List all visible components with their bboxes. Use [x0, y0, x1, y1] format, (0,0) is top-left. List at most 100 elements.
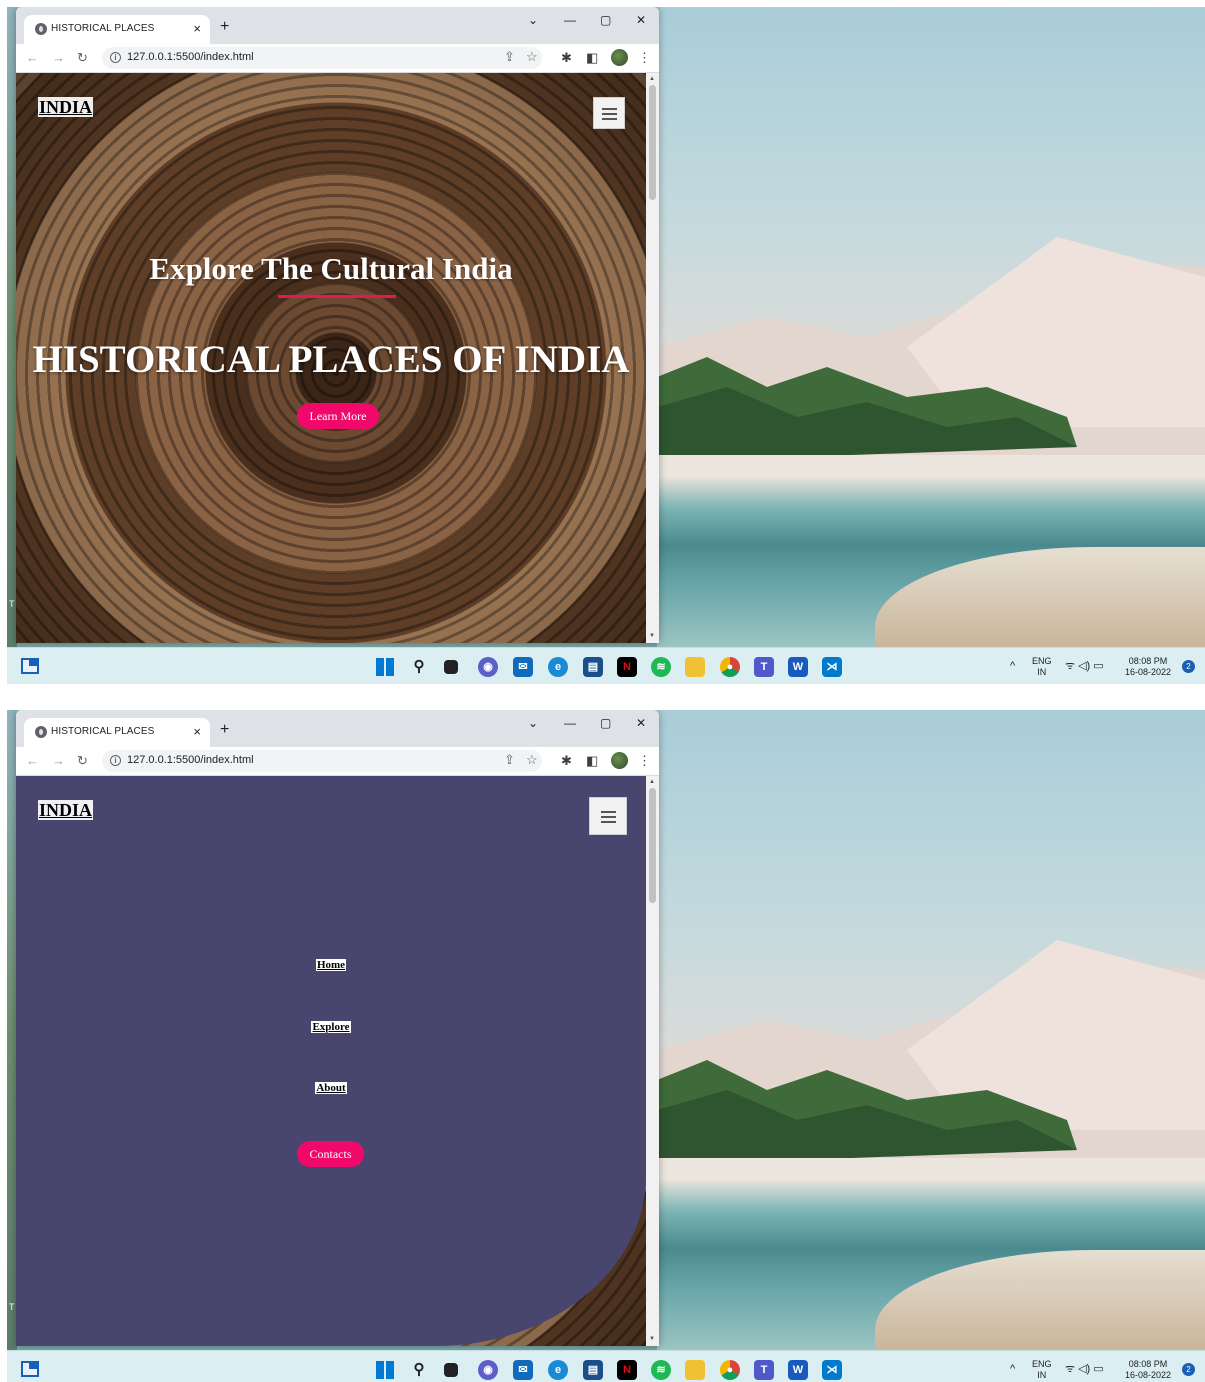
- wifi-volume-battery-icons[interactable]: ᯤ ◁) ▭: [1065, 661, 1104, 672]
- tab-search-icon[interactable]: ⌄: [528, 716, 538, 730]
- mail-icon[interactable]: ✉: [513, 657, 533, 677]
- bookmark-star-icon[interactable]: ☆: [526, 49, 538, 65]
- windows-start-icon[interactable]: [376, 658, 394, 676]
- language-indicator[interactable]: ENG IN: [1032, 1359, 1052, 1381]
- file-explorer-icon[interactable]: [685, 1360, 705, 1380]
- task-view-icon[interactable]: [444, 660, 458, 674]
- spotify-icon[interactable]: ≋: [651, 1360, 671, 1380]
- netflix-icon[interactable]: N: [617, 1360, 637, 1380]
- clock[interactable]: 08:08 PM 16-08-2022: [1125, 656, 1171, 678]
- word-icon[interactable]: W: [788, 657, 808, 677]
- maximize-icon[interactable]: ▢: [600, 716, 611, 730]
- url-text: 127.0.0.1:5500/index.html: [127, 51, 254, 63]
- info-icon[interactable]: i: [110, 755, 121, 766]
- teams-icon[interactable]: T: [754, 657, 774, 677]
- side-panel-icon[interactable]: ◧: [586, 753, 598, 769]
- chrome-icon[interactable]: ●: [720, 1360, 740, 1380]
- hamburger-menu-button[interactable]: [589, 797, 627, 835]
- scroll-up-icon[interactable]: ▲: [649, 76, 655, 82]
- close-tab-icon[interactable]: ×: [193, 21, 201, 36]
- site-logo[interactable]: INDIA: [38, 800, 94, 820]
- file-explorer-icon[interactable]: [685, 657, 705, 677]
- language-indicator[interactable]: ENG IN: [1032, 656, 1052, 678]
- word-icon[interactable]: W: [788, 1360, 808, 1380]
- close-window-icon[interactable]: ✕: [636, 13, 646, 27]
- notification-badge[interactable]: 2: [1182, 1363, 1195, 1376]
- hamburger-menu-button[interactable]: [593, 97, 625, 129]
- share-icon[interactable]: ⇪: [504, 49, 515, 65]
- hero-title: HISTORICAL PLACES OF INDIA: [32, 338, 630, 381]
- minimize-icon[interactable]: —: [564, 716, 576, 730]
- chat-icon[interactable]: ◉: [478, 657, 498, 677]
- chat-icon[interactable]: ◉: [478, 1360, 498, 1380]
- tray-overflow-icon[interactable]: ^: [1010, 661, 1015, 672]
- clock[interactable]: 08:08 PM 16-08-2022: [1125, 1359, 1171, 1381]
- search-icon[interactable]: ⚲: [409, 1360, 429, 1380]
- close-tab-icon[interactable]: ×: [193, 724, 201, 739]
- tray-overflow-icon[interactable]: ^: [1010, 1364, 1015, 1375]
- extensions-icon[interactable]: ✱: [561, 50, 572, 66]
- close-window-icon[interactable]: ✕: [636, 716, 646, 730]
- address-bar[interactable]: i 127.0.0.1:5500/index.html ⇪ ☆: [102, 750, 542, 772]
- side-panel-icon[interactable]: ◧: [586, 50, 598, 66]
- minimize-icon[interactable]: —: [564, 13, 576, 27]
- wifi-volume-battery-icons[interactable]: ᯤ ◁) ▭: [1065, 1364, 1104, 1375]
- page-scrollbar[interactable]: ▲ ▼: [646, 776, 659, 1346]
- nav-item-home-label[interactable]: Home: [315, 959, 347, 971]
- contacts-button[interactable]: Contacts: [297, 1141, 364, 1167]
- back-icon[interactable]: ←: [26, 753, 39, 768]
- widgets-icon[interactable]: [21, 1361, 39, 1377]
- nav-item-explore[interactable]: Explore: [16, 1017, 646, 1035]
- search-icon[interactable]: ⚲: [409, 657, 429, 677]
- kebab-menu-icon[interactable]: ⋮: [638, 753, 651, 769]
- address-bar[interactable]: i 127.0.0.1:5500/index.html ⇪ ☆: [102, 47, 542, 69]
- maximize-icon[interactable]: ▢: [600, 13, 611, 27]
- widgets-icon[interactable]: [21, 658, 39, 674]
- bookmark-star-icon[interactable]: ☆: [526, 752, 538, 768]
- new-tab-icon[interactable]: +: [220, 19, 229, 35]
- tab-search-icon[interactable]: ⌄: [528, 13, 538, 27]
- mail-icon[interactable]: ✉: [513, 1360, 533, 1380]
- task-view-icon[interactable]: [444, 1363, 458, 1377]
- store-icon[interactable]: ▤: [583, 657, 603, 677]
- vscode-icon[interactable]: ⋊: [822, 1360, 842, 1380]
- info-icon[interactable]: i: [110, 52, 121, 63]
- browser-tab[interactable]: HISTORICAL PLACES ×: [24, 718, 210, 747]
- browser-tab[interactable]: HISTORICAL PLACES ×: [24, 15, 210, 44]
- page-scrollbar[interactable]: ▲ ▼: [646, 73, 659, 643]
- language-code: ENG: [1032, 656, 1052, 666]
- forward-icon[interactable]: →: [52, 753, 65, 768]
- desktop-screenshot-hero: T HISTORICAL PLACES × + ⌄ — ▢ ✕ ← → ↻ i …: [7, 7, 1205, 684]
- edge-icon[interactable]: e: [548, 657, 568, 677]
- teams-icon[interactable]: T: [754, 1360, 774, 1380]
- reload-icon[interactable]: ↻: [77, 50, 88, 66]
- edge-icon[interactable]: e: [548, 1360, 568, 1380]
- scroll-thumb[interactable]: [649, 85, 656, 200]
- nav-item-explore-label[interactable]: Explore: [311, 1021, 351, 1033]
- windows-start-icon[interactable]: [376, 1361, 394, 1379]
- scroll-down-icon[interactable]: ▼: [649, 1336, 655, 1342]
- forward-icon[interactable]: →: [52, 50, 65, 65]
- chrome-icon[interactable]: ●: [720, 657, 740, 677]
- site-logo[interactable]: INDIA: [38, 97, 94, 117]
- kebab-menu-icon[interactable]: ⋮: [638, 50, 651, 66]
- reload-icon[interactable]: ↻: [77, 753, 88, 769]
- back-icon[interactable]: ←: [26, 50, 39, 65]
- new-tab-icon[interactable]: +: [220, 722, 229, 738]
- profile-avatar[interactable]: [611, 752, 628, 769]
- nav-item-about-label[interactable]: About: [315, 1082, 347, 1094]
- nav-item-about[interactable]: About: [16, 1078, 646, 1096]
- extensions-icon[interactable]: ✱: [561, 753, 572, 769]
- learn-more-button[interactable]: Learn More: [297, 403, 379, 429]
- notification-badge[interactable]: 2: [1182, 660, 1195, 673]
- share-icon[interactable]: ⇪: [504, 752, 515, 768]
- vscode-icon[interactable]: ⋊: [822, 657, 842, 677]
- nav-item-home[interactable]: Home: [16, 955, 646, 973]
- scroll-up-icon[interactable]: ▲: [649, 779, 655, 785]
- scroll-thumb[interactable]: [649, 788, 656, 903]
- store-icon[interactable]: ▤: [583, 1360, 603, 1380]
- profile-avatar[interactable]: [611, 49, 628, 66]
- spotify-icon[interactable]: ≋: [651, 657, 671, 677]
- netflix-icon[interactable]: N: [617, 657, 637, 677]
- scroll-down-icon[interactable]: ▼: [649, 633, 655, 639]
